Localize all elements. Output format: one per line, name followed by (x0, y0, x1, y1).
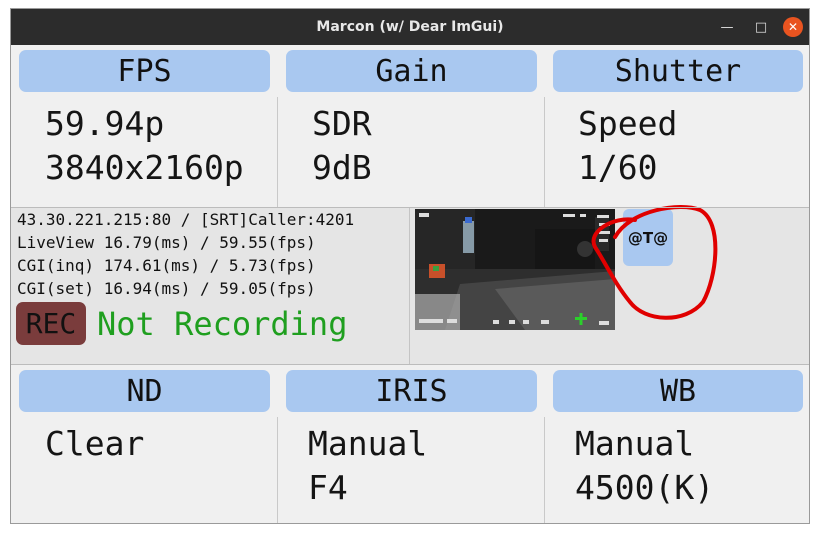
red-circle-annotation (591, 205, 718, 320)
rec-button[interactable]: REC (16, 302, 86, 345)
shutter-value: 1/60 (578, 148, 658, 187)
gain-mode: SDR (312, 104, 372, 143)
liveview-stats: LiveView 16.79(ms) / 59.55(fps) (17, 233, 316, 252)
nd-header-button[interactable]: ND (19, 370, 270, 412)
nd-panel: ND Clear (19, 370, 270, 523)
divider (544, 97, 545, 207)
status-band: 43.30.221.215:80 / [SRT]Caller:4201 Live… (11, 205, 809, 364)
minimize-icon[interactable]: — (718, 18, 736, 36)
fps-panel: FPS 59.94p 3840x2160p (19, 50, 270, 207)
cgi-inq-stats: CGI(inq) 174.61(ms) / 5.73(fps) (17, 256, 316, 275)
app-window: Marcon (w/ Dear ImGui) — □ ✕ FPS 59.94p … (10, 8, 810, 524)
wb-header-button[interactable]: WB (553, 370, 803, 412)
iris-mode: Manual (308, 424, 428, 463)
fps-header-button[interactable]: FPS (19, 50, 270, 92)
title-bar[interactable]: Marcon (w/ Dear ImGui) — □ ✕ (11, 9, 809, 45)
cgi-set-stats: CGI(set) 16.94(ms) / 59.05(fps) (17, 279, 316, 298)
gain-header-button[interactable]: Gain (286, 50, 537, 92)
close-icon[interactable]: ✕ (783, 17, 803, 37)
wb-value: 4500(K) (575, 468, 715, 507)
divider (277, 97, 278, 207)
fps-resolution: 3840x2160p (45, 148, 244, 187)
fps-value: 59.94p (45, 104, 165, 143)
window-title: Marcon (w/ Dear ImGui) (316, 19, 504, 35)
wb-mode: Manual (575, 424, 695, 463)
iris-value: F4 (308, 468, 348, 507)
divider (11, 207, 809, 208)
recording-status: Not Recording (97, 305, 348, 343)
divider (409, 207, 410, 364)
shutter-header-button[interactable]: Shutter (553, 50, 803, 92)
connection-address: 43.30.221.215:80 / [SRT]Caller:4201 (17, 210, 355, 229)
divider (277, 417, 278, 523)
gain-panel: Gain SDR 9dB (286, 50, 537, 207)
shutter-mode: Speed (578, 104, 678, 143)
nd-value: Clear (45, 424, 145, 463)
iris-panel: IRIS Manual F4 (286, 370, 537, 523)
shutter-panel: Shutter Speed 1/60 (553, 50, 803, 207)
divider (11, 364, 809, 365)
main-content: FPS 59.94p 3840x2160p Gain SDR 9dB Shutt… (11, 45, 809, 523)
maximize-icon[interactable]: □ (752, 18, 770, 36)
gain-value: 9dB (312, 148, 372, 187)
iris-header-button[interactable]: IRIS (286, 370, 537, 412)
wb-panel: WB Manual 4500(K) (553, 370, 803, 523)
divider (544, 417, 545, 523)
